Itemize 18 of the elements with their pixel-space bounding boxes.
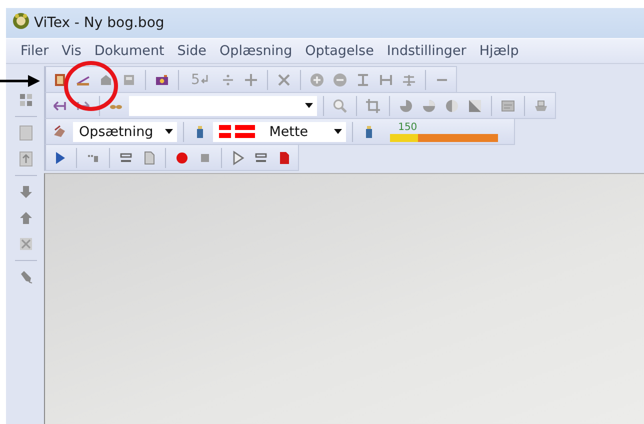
menu-item[interactable]: Indstillinger xyxy=(380,43,473,59)
window-title: ViTex - Ny bog.bog xyxy=(34,15,164,31)
menu-item[interactable]: Filer xyxy=(14,43,56,59)
highlight-circle xyxy=(63,60,119,112)
return-icon xyxy=(200,74,209,86)
menu-item[interactable]: Hjælp xyxy=(472,43,526,59)
menu-item[interactable]: Optagelse xyxy=(298,43,380,59)
setup-dropdown[interactable]: Opsætning xyxy=(73,122,178,142)
pointer-arrow xyxy=(0,74,40,88)
voice-dropdown[interactable]: Mette xyxy=(213,122,346,142)
menu-item[interactable]: Side xyxy=(170,43,213,59)
app-icon xyxy=(12,12,30,30)
flag-icon xyxy=(219,124,256,139)
menu-item[interactable]: Vis xyxy=(55,43,88,59)
speed-value: 150 xyxy=(398,122,418,134)
dropdown-field[interactable] xyxy=(129,96,317,116)
menu-item[interactable]: Oplæsning xyxy=(213,43,299,59)
menu-item[interactable]: Dokument xyxy=(88,43,171,59)
